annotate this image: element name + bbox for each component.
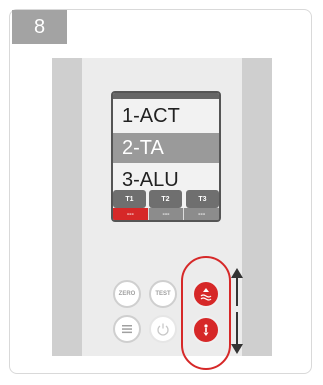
zero-button[interactable]: ZERO	[113, 280, 141, 308]
test-button[interactable]: TEST	[149, 280, 177, 308]
highlight-ellipse	[181, 256, 231, 370]
t2-button[interactable]: T2	[149, 190, 182, 208]
power-icon	[157, 323, 169, 336]
step-number: 8	[33, 15, 46, 38]
softkey-bar: --- --- ---	[113, 208, 219, 220]
softkey-1[interactable]: ---	[113, 208, 148, 220]
menu-item-act[interactable]: 1-ACT	[113, 101, 219, 131]
softkey-3[interactable]: ---	[183, 208, 219, 220]
step-badge: 8	[12, 10, 67, 44]
power-button[interactable]	[149, 315, 177, 343]
menu-item-ta-selected[interactable]: 2-TA	[113, 133, 219, 163]
softkey-2[interactable]: ---	[147, 208, 184, 220]
t1-button[interactable]: T1	[113, 190, 146, 208]
menu-button[interactable]	[113, 315, 141, 343]
t3-button[interactable]: T3	[186, 190, 219, 208]
menu-icon	[122, 325, 132, 334]
test-label: TEST	[155, 291, 171, 297]
device-rail-right	[242, 58, 272, 356]
device-rail-left	[52, 58, 82, 356]
arrow-up-icon	[231, 268, 243, 306]
arrow-down-icon	[231, 312, 243, 354]
zero-label: ZERO	[118, 291, 136, 297]
screen-header-bar	[113, 93, 219, 99]
